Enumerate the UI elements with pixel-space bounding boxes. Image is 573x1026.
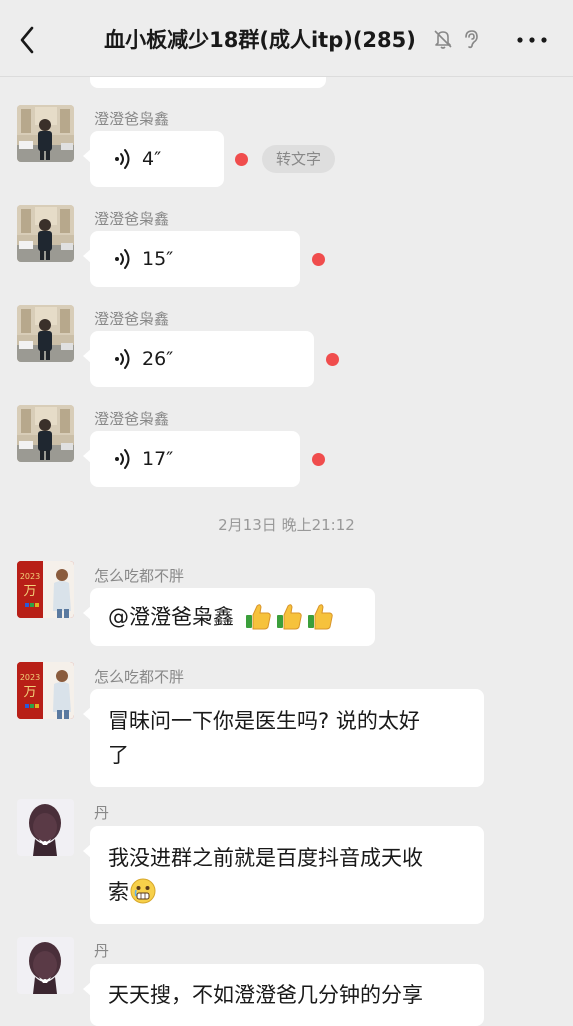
ear-icon bbox=[465, 30, 478, 49]
message-text: 天天搜，不如澄澄爸几分钟的分享 bbox=[108, 983, 423, 1007]
avatar[interactable] bbox=[17, 205, 74, 262]
avatar[interactable] bbox=[17, 799, 74, 856]
sender-name: 澄澄爸枭鑫 bbox=[94, 210, 170, 228]
chevron-left-icon bbox=[20, 26, 34, 54]
message-text: @澄澄爸枭鑫 bbox=[108, 605, 241, 629]
sender-name: 澄澄爸枭鑫 bbox=[94, 410, 170, 428]
sender-name: 丹 bbox=[94, 804, 110, 822]
grimacing-tear-face-icon bbox=[130, 878, 156, 904]
avatar-year: 2023 bbox=[20, 572, 40, 581]
unread-dot bbox=[326, 353, 339, 366]
sender-name: 澄澄爸枭鑫 bbox=[94, 110, 170, 128]
more-options-button[interactable] bbox=[512, 26, 552, 54]
message-text-line: 冒昧问一下你是医生吗? 说的太好 bbox=[108, 709, 420, 733]
thumbs-up-icon bbox=[245, 604, 271, 630]
voice-wave-icon bbox=[114, 249, 130, 269]
voice-bubble[interactable]: 15″ bbox=[83, 231, 300, 287]
message-bubble[interactable]: 天天搜，不如澄澄爸几分钟的分享 bbox=[83, 964, 484, 1026]
voice-wave-icon bbox=[114, 349, 130, 369]
voice-duration: 15″ bbox=[142, 248, 174, 270]
avatar-image: 2023 万 bbox=[17, 662, 74, 719]
sender-name: 澄澄爸枭鑫 bbox=[94, 310, 170, 328]
avatar[interactable] bbox=[17, 305, 74, 362]
message-text-line: 了 bbox=[108, 743, 129, 767]
avatar-char: 万 bbox=[23, 685, 36, 700]
sender-name: 丹 bbox=[94, 942, 110, 960]
sender-name: 怎么吃都不胖 bbox=[94, 567, 185, 585]
avatar[interactable]: 2023 万 bbox=[17, 561, 74, 618]
voice-duration: 4″ bbox=[142, 148, 162, 170]
sender-name: 怎么吃都不胖 bbox=[94, 668, 185, 686]
unread-dot bbox=[312, 453, 325, 466]
avatar[interactable] bbox=[17, 405, 74, 462]
convert-to-text-button[interactable]: 转文字 bbox=[262, 145, 336, 173]
chat-title: 血小板减少18群(成人itp)(285) bbox=[104, 28, 416, 52]
voice-wave-icon bbox=[114, 449, 130, 469]
avatar-year: 2023 bbox=[20, 673, 40, 682]
voice-wave-icon bbox=[114, 149, 130, 169]
voice-bubble[interactable]: 4″ bbox=[83, 131, 224, 187]
thumbs-up-icon bbox=[276, 604, 302, 630]
avatar[interactable]: 2023 万 bbox=[17, 662, 74, 719]
avatar-char: 万 bbox=[23, 584, 36, 599]
message-text-line-wrap: 索 bbox=[108, 875, 466, 909]
voice-duration: 26″ bbox=[142, 348, 174, 370]
message-bubble[interactable]: 冒昧问一下你是医生吗? 说的太好 了 bbox=[83, 689, 484, 787]
message-bubble[interactable]: @澄澄爸枭鑫 bbox=[83, 588, 375, 646]
thumbs-up-icon bbox=[307, 604, 333, 630]
voice-bubble[interactable]: 17″ bbox=[83, 431, 300, 487]
bell-off-icon bbox=[434, 30, 452, 49]
unread-dot bbox=[235, 153, 248, 166]
timestamp: 2月13日 晚上21:12 bbox=[218, 516, 355, 534]
avatar[interactable] bbox=[17, 937, 74, 994]
back-button[interactable] bbox=[14, 24, 42, 56]
voice-bubble[interactable]: 26″ bbox=[83, 331, 314, 387]
message-bubble[interactable]: 我没进群之前就是百度抖音成天收 索 bbox=[83, 826, 484, 924]
voice-duration: 17″ bbox=[142, 448, 174, 470]
message-text-line: 我没进群之前就是百度抖音成天收 bbox=[108, 846, 423, 870]
more-icon bbox=[517, 37, 547, 43]
unread-dot bbox=[312, 253, 325, 266]
message-text-line: 索 bbox=[108, 880, 129, 904]
chat-header: 血小板减少18群(成人itp)(285) bbox=[0, 0, 573, 77]
avatar[interactable] bbox=[17, 105, 74, 162]
avatar-image: 2023 万 bbox=[17, 561, 74, 618]
